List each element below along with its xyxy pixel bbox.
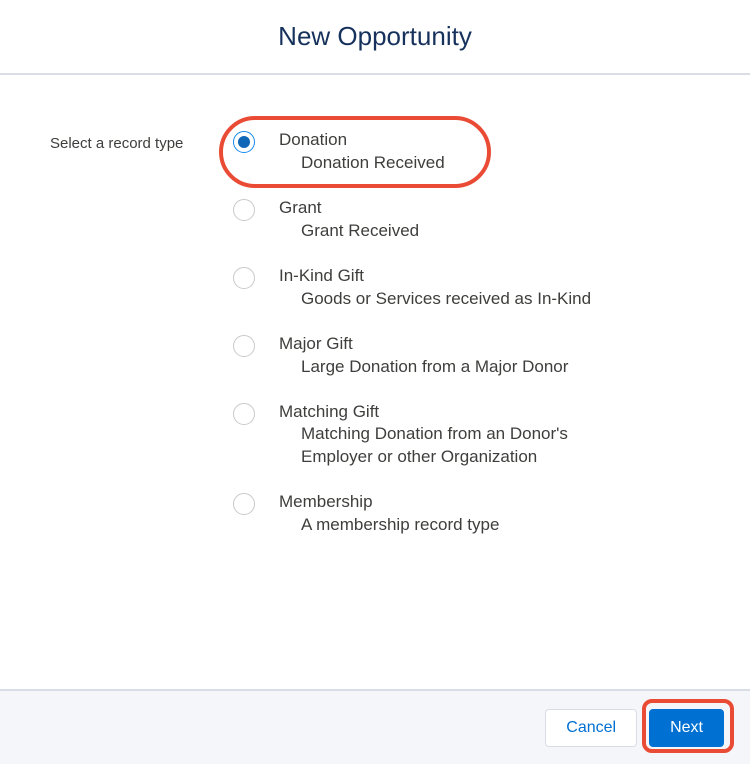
option-text: DonationDonation Received xyxy=(279,129,720,175)
option-description: Grant Received xyxy=(279,220,629,243)
record-type-option[interactable]: In-Kind GiftGoods or Services received a… xyxy=(233,265,720,311)
record-type-option[interactable]: DonationDonation Received xyxy=(233,129,720,175)
next-button[interactable]: Next xyxy=(649,709,724,747)
modal-title: New Opportunity xyxy=(278,21,472,52)
modal-body: Select a record type DonationDonation Re… xyxy=(0,75,750,689)
new-opportunity-modal: New Opportunity Select a record type Don… xyxy=(0,0,750,764)
radio-icon[interactable] xyxy=(233,267,255,289)
option-label: Grant xyxy=(279,197,720,220)
record-type-option[interactable]: Matching GiftMatching Donation from an D… xyxy=(233,401,720,470)
option-label: Major Gift xyxy=(279,333,720,356)
option-label: Membership xyxy=(279,491,720,514)
radio-icon[interactable] xyxy=(233,493,255,515)
record-type-option[interactable]: Major GiftLarge Donation from a Major Do… xyxy=(233,333,720,379)
option-text: Matching GiftMatching Donation from an D… xyxy=(279,401,720,470)
option-description: A membership record type xyxy=(279,514,629,537)
option-description: Large Donation from a Major Donor xyxy=(279,356,629,379)
modal-header: New Opportunity xyxy=(0,0,750,75)
option-description: Goods or Services received as In-Kind xyxy=(279,288,629,311)
option-label: Donation xyxy=(279,129,720,152)
option-text: GrantGrant Received xyxy=(279,197,720,243)
option-label: In-Kind Gift xyxy=(279,265,720,288)
option-label: Matching Gift xyxy=(279,401,720,424)
cancel-button[interactable]: Cancel xyxy=(545,709,637,747)
record-type-option[interactable]: MembershipA membership record type xyxy=(233,491,720,537)
record-type-label: Select a record type xyxy=(50,129,215,152)
option-description: Matching Donation from an Donor's Employ… xyxy=(279,423,629,469)
record-type-option[interactable]: GrantGrant Received xyxy=(233,197,720,243)
radio-icon[interactable] xyxy=(233,335,255,357)
record-type-row: Select a record type DonationDonation Re… xyxy=(50,129,720,537)
option-text: MembershipA membership record type xyxy=(279,491,720,537)
modal-footer: Cancel Next xyxy=(0,689,750,764)
option-text: In-Kind GiftGoods or Services received a… xyxy=(279,265,720,311)
option-description: Donation Received xyxy=(279,152,629,175)
radio-icon[interactable] xyxy=(233,199,255,221)
record-type-options: DonationDonation Received GrantGrant Rece… xyxy=(233,129,720,537)
option-text: Major GiftLarge Donation from a Major Do… xyxy=(279,333,720,379)
radio-icon[interactable] xyxy=(233,131,255,153)
radio-icon[interactable] xyxy=(233,403,255,425)
